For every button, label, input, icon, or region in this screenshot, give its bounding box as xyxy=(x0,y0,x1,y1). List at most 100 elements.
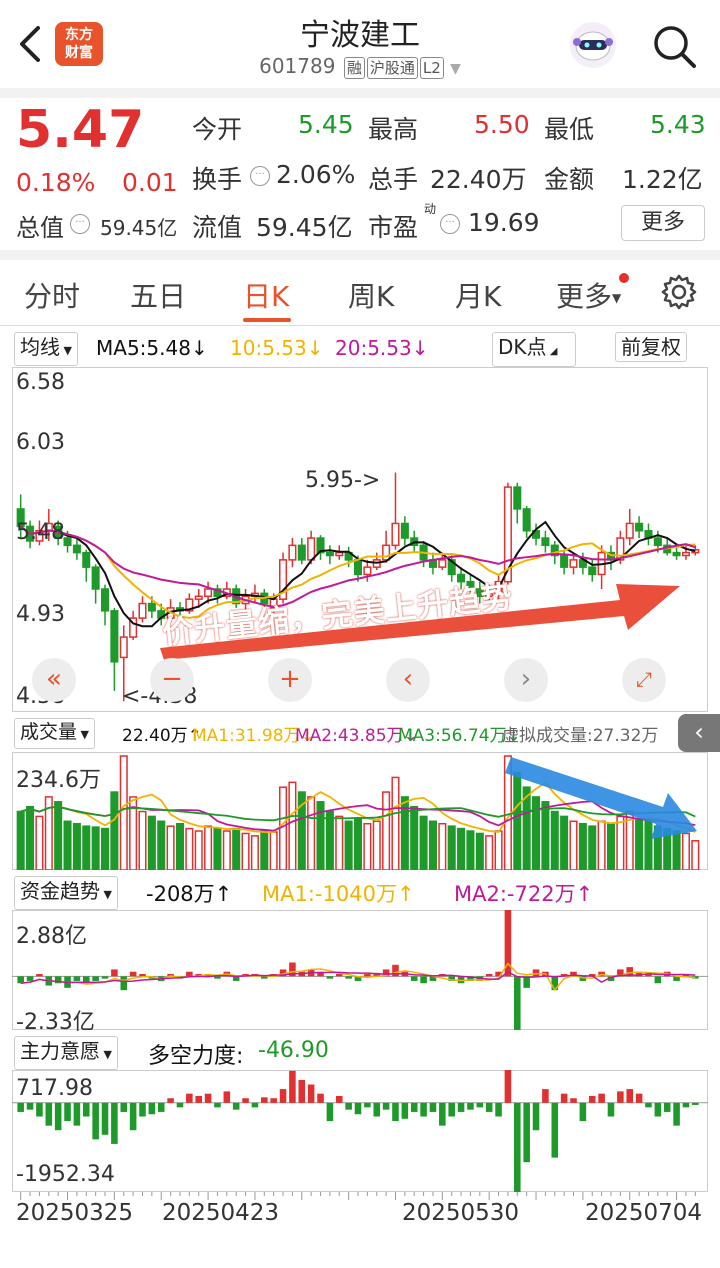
main-force-bar xyxy=(373,1102,381,1117)
fund-bar xyxy=(345,976,352,979)
fund-trend-select[interactable]: 资金趋势 ▼ xyxy=(14,876,118,910)
fund-bar xyxy=(26,976,34,981)
fund-bar xyxy=(36,974,43,977)
candle-body xyxy=(400,522,409,539)
dk-point-button[interactable]: DK点 ◢ xyxy=(492,332,576,367)
volume-bar xyxy=(241,832,250,870)
volume-select[interactable]: 成交量 ▼ xyxy=(14,718,95,749)
assistant-robot-icon[interactable] xyxy=(568,20,618,70)
volume-bar xyxy=(391,776,400,870)
volume-bar xyxy=(166,825,175,870)
tab-intraday[interactable]: 分时 xyxy=(24,275,80,315)
dk-label: DK点 xyxy=(498,335,547,359)
pe-dynamic-sup: 动 xyxy=(424,202,437,216)
virtual-volume: 虚拟成交量:27.32万 xyxy=(502,726,659,746)
volume-bar xyxy=(119,755,128,870)
main-force-bar xyxy=(457,1102,465,1112)
main-force-bar xyxy=(120,1102,128,1112)
main-force-bar xyxy=(307,1084,315,1103)
fullscreen-icon[interactable]: ⤢ xyxy=(622,658,666,702)
main-force-bar xyxy=(54,1102,62,1131)
step-left-icon[interactable]: ‹ xyxy=(386,658,430,702)
main-force-bar xyxy=(317,1093,324,1103)
open-label: 今开 xyxy=(192,115,243,144)
fund-bar xyxy=(101,976,109,979)
kline-y-label-2: 6.03 xyxy=(16,430,65,455)
search-icon[interactable] xyxy=(650,22,698,70)
change-amount: 0.01 xyxy=(122,168,178,197)
info-dots-icon[interactable]: ··· xyxy=(440,214,460,234)
step-right-icon[interactable]: › xyxy=(504,658,548,702)
main-force-bar xyxy=(663,1102,671,1112)
info-dots-icon[interactable]: ··· xyxy=(70,214,90,234)
volume-bar xyxy=(194,830,203,870)
tab-weekly-k[interactable]: 周K xyxy=(348,275,394,315)
main-force-select[interactable]: 主力意愿 ▼ xyxy=(14,1036,118,1070)
volume-bar xyxy=(175,822,185,870)
candle-body xyxy=(307,537,316,561)
market-cap-label: 总值 xyxy=(16,214,64,242)
main-force-bar xyxy=(101,1102,109,1135)
dropdown-triangle-icon: ▼ xyxy=(60,344,72,357)
main-force-bar xyxy=(45,1102,53,1126)
ma20-legend: 20:5.53↓ xyxy=(335,336,429,360)
amount-label: 金额 xyxy=(544,165,595,194)
main-force-bar xyxy=(36,1102,43,1117)
volume-bar xyxy=(382,791,391,870)
main-force-bar xyxy=(495,1102,502,1117)
volume-bar xyxy=(344,820,353,870)
adjust-price-button[interactable]: 前复权 xyxy=(615,332,687,362)
settings-gear-icon[interactable] xyxy=(660,273,698,311)
candle-body xyxy=(681,551,690,557)
tab-monthly-k[interactable]: 月K xyxy=(455,275,501,315)
volume-bar xyxy=(82,825,91,870)
main-force-bar xyxy=(467,1102,474,1110)
main-force-bar xyxy=(26,1102,34,1110)
stock-code: 601789 xyxy=(259,54,336,78)
tab-daily-k[interactable]: 日K xyxy=(243,275,289,315)
quote-divider xyxy=(0,250,720,260)
fund-value: -208万↑ xyxy=(146,882,233,906)
candle-body xyxy=(335,551,344,557)
volume-bar xyxy=(157,820,166,870)
main-force-bar xyxy=(579,1102,587,1122)
volume-bar xyxy=(288,781,297,870)
volume-bar xyxy=(475,832,484,870)
info-dots-icon[interactable]: ··· xyxy=(250,166,270,186)
volume-bar xyxy=(213,827,222,870)
high-value: 5.50 xyxy=(474,110,530,139)
amount-value: 1.22亿 xyxy=(622,165,703,194)
zoom-out-icon[interactable]: − xyxy=(150,658,194,702)
main-force-bar xyxy=(551,1102,559,1158)
main-force-bar xyxy=(588,1095,596,1103)
volume-bar xyxy=(269,831,278,870)
high-label: 最高 xyxy=(368,115,419,144)
zoom-in-icon[interactable]: + xyxy=(268,658,312,702)
tabs-divider xyxy=(0,325,720,326)
float-cap-value: 59.45亿 xyxy=(256,213,353,242)
header-divider xyxy=(0,88,720,98)
main-force-bar xyxy=(532,1102,540,1131)
volume-bar xyxy=(419,815,428,870)
volume-select-label: 成交量 xyxy=(20,721,78,743)
current-price: 5.47 xyxy=(16,100,145,160)
quote-more-button[interactable]: 更多 xyxy=(621,205,705,241)
fund-bar xyxy=(485,974,493,977)
volume-bar xyxy=(353,818,363,870)
volume-bar xyxy=(110,791,119,870)
volume-bar xyxy=(410,805,419,870)
candle-body xyxy=(119,636,128,659)
tab-more[interactable]: 更多▼ xyxy=(556,275,621,315)
main-force-bar xyxy=(654,1102,662,1117)
candle-body xyxy=(391,522,400,547)
volume-bar xyxy=(325,810,334,870)
ma-select[interactable]: 均线 ▼ xyxy=(14,332,78,366)
fast-backward-icon[interactable]: « xyxy=(32,658,76,702)
volume-bar xyxy=(147,815,156,870)
fund-bar xyxy=(654,976,662,984)
main-force-bar xyxy=(242,1098,249,1103)
tab-five-day[interactable]: 五日 xyxy=(130,275,186,315)
dropdown-triangle-icon: ▼ xyxy=(100,1048,112,1061)
main-force-bar xyxy=(410,1102,418,1112)
fund-bar xyxy=(186,971,193,977)
